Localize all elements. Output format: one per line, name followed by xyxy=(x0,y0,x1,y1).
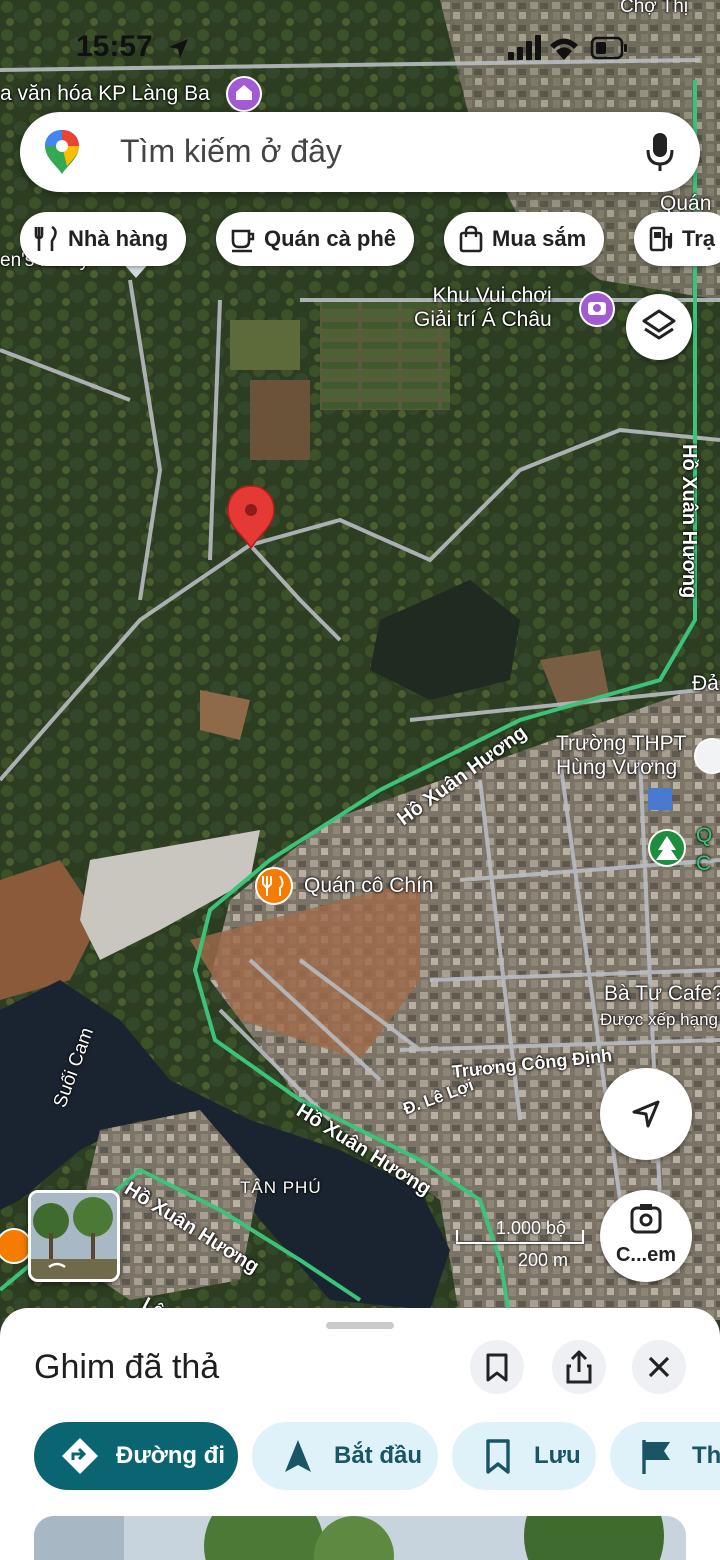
flag-button[interactable]: Thê xyxy=(610,1422,720,1490)
layers-button[interactable] xyxy=(626,294,692,360)
save-bookmark-button[interactable] xyxy=(470,1340,524,1394)
flag-icon xyxy=(642,1440,670,1474)
chip-label: Nhà hàng xyxy=(68,226,169,251)
location-services-icon xyxy=(169,39,188,58)
drag-handle[interactable] xyxy=(326,1322,394,1329)
map-view[interactable]: a văn hóa KP Làng Ba en's family Chợ Thị… xyxy=(0,0,720,1320)
road-label-ho-xuan-huong-vertical: Hồ Xuân Hương xyxy=(678,444,700,599)
coffee-cup-icon xyxy=(231,229,255,253)
scale-metric: 200 m xyxy=(518,1250,569,1270)
start-button[interactable]: Bắt đầu xyxy=(252,1422,438,1490)
map-label-park[interactable]: Q C xyxy=(696,822,712,879)
google-maps-logo-icon xyxy=(45,130,79,174)
save-label: Lưu xyxy=(534,1442,581,1469)
place-photo-preview[interactable] xyxy=(34,1516,686,1560)
map-label-amusement-park[interactable]: Khu Vui chơi Giải trí Á Châu xyxy=(414,284,552,332)
directions-button[interactable]: Đường đi xyxy=(34,1422,238,1490)
my-location-button[interactable] xyxy=(600,1068,692,1160)
directions-label: Đường đi xyxy=(116,1442,226,1469)
scale-imperial: 1.000 bộ xyxy=(496,1218,567,1238)
map-label-school[interactable]: Trường THPT Hùng Vương xyxy=(556,732,687,780)
category-chips: Nhà hàng Quán cà phê Mua sắm Trạ xyxy=(20,212,720,268)
map-label-cafe[interactable]: Bà Tư Cafe? xyxy=(604,982,720,1006)
camera-search-button[interactable]: C...em xyxy=(600,1190,692,1282)
map-label-cafe-rating: Được xếp hạng xyxy=(600,1010,718,1029)
street-view-thumbnail[interactable] xyxy=(28,1190,120,1282)
map-label-da[interactable]: Đả xyxy=(692,672,719,696)
bookmark-icon xyxy=(486,1439,510,1474)
map-label-tan-phu: TÂN PHÚ xyxy=(240,1178,322,1197)
chip-label: Quán cà phê xyxy=(264,226,397,251)
sheet-title: Ghim đã thả xyxy=(34,1348,220,1386)
share-button[interactable] xyxy=(552,1340,606,1394)
map-scale: 1.000 bộ 200 m xyxy=(456,1218,586,1274)
layers-icon xyxy=(642,309,676,340)
search-bar[interactable]: Tìm kiếm ở đây xyxy=(20,112,700,192)
bookmark-icon xyxy=(486,1353,508,1382)
chip-label: Trạ xyxy=(682,226,716,251)
camera-button-label: C...em xyxy=(615,1244,677,1266)
gas-station-icon xyxy=(649,226,673,252)
chip-shopping[interactable]: Mua sắm xyxy=(444,212,605,266)
map-label-restaurant[interactable]: Quán cô Chín xyxy=(304,874,434,898)
search-input[interactable]: Tìm kiếm ở đây xyxy=(120,133,342,170)
close-icon xyxy=(648,1356,670,1378)
chip-label: Mua sắm xyxy=(492,226,587,251)
status-icons xyxy=(508,35,627,60)
status-time: 15:57 xyxy=(76,30,153,63)
save-button[interactable]: Lưu xyxy=(452,1422,596,1490)
chip-cafes[interactable]: Quán cà phê xyxy=(216,212,415,266)
location-arrow-icon xyxy=(632,1100,660,1128)
cellular-signal-icon xyxy=(508,35,541,60)
fork-knife-icon xyxy=(34,225,57,251)
chip-gas[interactable]: Trạ xyxy=(634,212,720,266)
share-icon xyxy=(566,1350,592,1384)
wifi-icon xyxy=(550,38,578,60)
flag-label: Thê xyxy=(692,1442,720,1469)
start-label: Bắt đầu xyxy=(334,1442,423,1469)
microphone-icon[interactable] xyxy=(644,130,676,174)
shopping-bag-icon xyxy=(459,225,483,253)
close-button[interactable] xyxy=(632,1340,686,1394)
directions-icon xyxy=(62,1438,98,1474)
chip-restaurants[interactable]: Nhà hàng xyxy=(20,212,187,266)
status-bar: 15:57 xyxy=(0,0,720,96)
battery-icon xyxy=(590,36,627,60)
camera-lens-icon xyxy=(630,1204,662,1234)
navigation-arrow-icon xyxy=(285,1440,311,1472)
place-sheet[interactable]: Ghim đã thả Đường đi Bắt đầu Lưu Th xyxy=(0,1308,720,1560)
